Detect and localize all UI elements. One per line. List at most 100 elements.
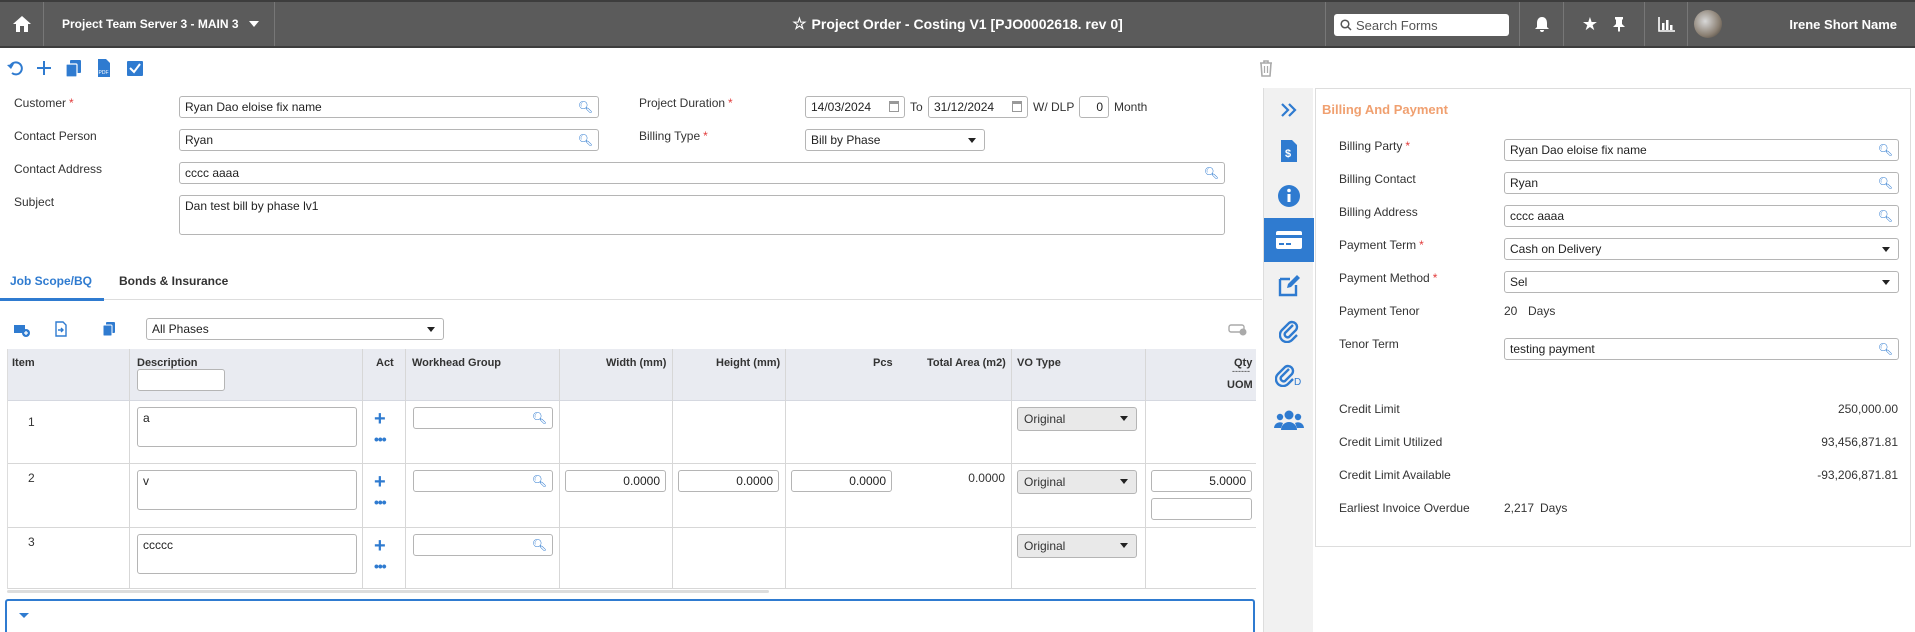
undo-icon[interactable] — [6, 58, 26, 78]
more-actions-icon[interactable]: ••• — [374, 494, 387, 510]
search-icon[interactable]: 🔍︎ — [1878, 176, 1893, 190]
row-qty-input[interactable]: 5.0000 — [1151, 470, 1252, 492]
favorite-star-icon[interactable]: ☆ — [792, 14, 806, 34]
svg-text:D: D — [1294, 377, 1301, 387]
earliest-overdue-value: 2,217 — [1504, 501, 1535, 515]
wdlp-label: W/ DLP — [1033, 100, 1075, 114]
edit-button[interactable] — [1264, 264, 1314, 308]
pin-icon[interactable] — [1612, 16, 1626, 32]
project-duration-label: Project Duration * — [639, 96, 733, 110]
top-bar: Project Team Server 3 - MAIN 3 ☆ Project… — [0, 0, 1915, 48]
payment-term-label: Payment Term * — [1339, 238, 1424, 252]
search-icon[interactable]: 🔍︎ — [578, 133, 593, 147]
billing-address-input[interactable]: cccc aaaa 🔍︎ — [1504, 205, 1899, 227]
more-actions-icon[interactable]: ••• — [374, 431, 387, 447]
credit-used-label: Credit Limit Utilized — [1339, 435, 1443, 449]
row-pcs-input[interactable]: 0.0000 — [791, 470, 892, 492]
search-icon[interactable]: 🔍︎ — [1204, 166, 1219, 180]
row-description-input[interactable]: a — [137, 407, 357, 447]
contact-person-input[interactable]: Ryan 🔍︎ — [179, 129, 599, 151]
row-width-input[interactable]: 0.0000 — [565, 470, 666, 492]
pdf-icon[interactable]: PDF — [94, 58, 114, 78]
info-icon — [1278, 185, 1300, 207]
billing-party-input[interactable]: Ryan Dao eloise fix name 🔍︎ — [1504, 139, 1899, 161]
caret-down-icon — [1882, 280, 1890, 285]
payment-method-select[interactable]: Sel — [1504, 271, 1899, 293]
calendar-icon[interactable] — [889, 101, 899, 112]
billing-payment-button[interactable] — [1264, 218, 1314, 262]
description-filter-input[interactable] — [137, 369, 225, 391]
calendar-icon[interactable] — [1012, 101, 1022, 112]
search-forms-input[interactable]: Search Forms — [1334, 14, 1509, 36]
info-button[interactable] — [1264, 174, 1314, 218]
more-actions-icon[interactable]: ••• — [374, 558, 387, 574]
costing-button[interactable]: $ — [1264, 129, 1314, 173]
billing-type-label: Billing Type * — [639, 129, 708, 143]
phase-filter-select[interactable]: All Phases — [146, 318, 444, 340]
row-vo-type-select[interactable]: Original — [1017, 407, 1137, 431]
home-button[interactable] — [0, 2, 44, 46]
edit-icon — [1278, 275, 1300, 297]
team-button[interactable] — [1264, 398, 1314, 442]
import-icon[interactable] — [53, 321, 69, 337]
horizontal-scrollbar[interactable] — [7, 590, 769, 593]
row-workhead-input[interactable]: 🔍︎ — [413, 470, 553, 492]
tenor-term-input[interactable]: testing payment 🔍︎ — [1504, 338, 1899, 360]
approve-icon[interactable] — [125, 58, 145, 78]
delete-icon[interactable] — [1256, 58, 1276, 78]
user-menu[interactable]: Irene Short Name — [1688, 2, 1915, 46]
table-row: 2 v + ••• 🔍︎ 0.0000 0.0000 0.0000 0.0000… — [8, 464, 1256, 528]
caret-down-icon[interactable] — [19, 613, 29, 618]
collapse-panel-button[interactable] — [1264, 88, 1314, 132]
search-icon[interactable]: 🔍︎ — [532, 474, 547, 488]
billing-type-select[interactable]: Bill by Phase — [805, 129, 985, 151]
row-total-area: 0.0000 — [968, 471, 1005, 485]
subject-label: Subject — [14, 195, 55, 209]
add-line-icon[interactable]: + — [374, 472, 386, 492]
add-icon[interactable] — [34, 58, 54, 78]
row-vo-type-select[interactable]: Original — [1017, 470, 1137, 494]
copy-rows-icon[interactable] — [101, 321, 117, 337]
earliest-overdue-days: Days — [1540, 501, 1568, 515]
column-settings-icon[interactable] — [1228, 322, 1248, 336]
row-workhead-input[interactable]: 🔍︎ — [413, 407, 553, 429]
search-icon[interactable]: 🔍︎ — [578, 100, 593, 114]
document-attachments-button[interactable]: D — [1264, 353, 1314, 397]
star-icon[interactable]: ★ — [1582, 14, 1598, 35]
add-row-icon[interactable] — [13, 322, 31, 338]
payment-term-select[interactable]: Cash on Delivery — [1504, 238, 1899, 260]
users-icon — [1274, 410, 1304, 430]
copy-icon[interactable] — [64, 58, 84, 78]
attachments-button[interactable] — [1264, 309, 1314, 353]
date-from-input[interactable]: 14/03/2024 — [805, 96, 905, 118]
search-icon[interactable]: 🔍︎ — [1878, 143, 1893, 157]
subject-textarea[interactable]: Dan test bill by phase lv1 — [179, 195, 1225, 235]
row-workhead-input[interactable]: 🔍︎ — [413, 534, 553, 556]
tab-bonds-insurance[interactable]: Bonds & Insurance — [119, 274, 228, 288]
row-item-number: 2 — [28, 471, 35, 485]
search-icon[interactable]: 🔍︎ — [1878, 209, 1893, 223]
row-description-input[interactable]: v — [137, 470, 357, 510]
wdlp-input[interactable]: 0 — [1079, 96, 1109, 118]
row-vo-type-select[interactable]: Original — [1017, 534, 1137, 558]
add-line-icon[interactable]: + — [374, 409, 386, 429]
search-icon[interactable]: 🔍︎ — [532, 411, 547, 425]
header-description: Description — [137, 357, 198, 369]
server-selector[interactable]: Project Team Server 3 - MAIN 3 — [44, 2, 275, 46]
date-to-input[interactable]: 31/12/2024 — [928, 96, 1028, 118]
contact-address-input[interactable]: cccc aaaa 🔍︎ — [179, 162, 1225, 184]
row-uom-input[interactable] — [1151, 498, 1252, 520]
reports-button[interactable] — [1644, 2, 1688, 46]
add-line-icon[interactable]: + — [374, 536, 386, 556]
search-icon[interactable]: 🔍︎ — [532, 538, 547, 552]
row-height-input[interactable]: 0.0000 — [678, 470, 779, 492]
billing-contact-input[interactable]: Ryan 🔍︎ — [1504, 172, 1899, 194]
search-icon[interactable]: 🔍︎ — [1878, 342, 1893, 356]
credit-available-label: Credit Limit Available — [1339, 468, 1451, 482]
notifications-button[interactable] — [1520, 2, 1564, 46]
action-toolbar: PDF — [0, 50, 1272, 88]
row-description-input[interactable]: ccccc — [137, 534, 357, 574]
tab-job-scope[interactable]: Job Scope/BQ — [10, 274, 92, 288]
customer-input[interactable]: Ryan Dao eloise fix name 🔍︎ — [179, 96, 599, 118]
month-label: Month — [1114, 100, 1148, 114]
